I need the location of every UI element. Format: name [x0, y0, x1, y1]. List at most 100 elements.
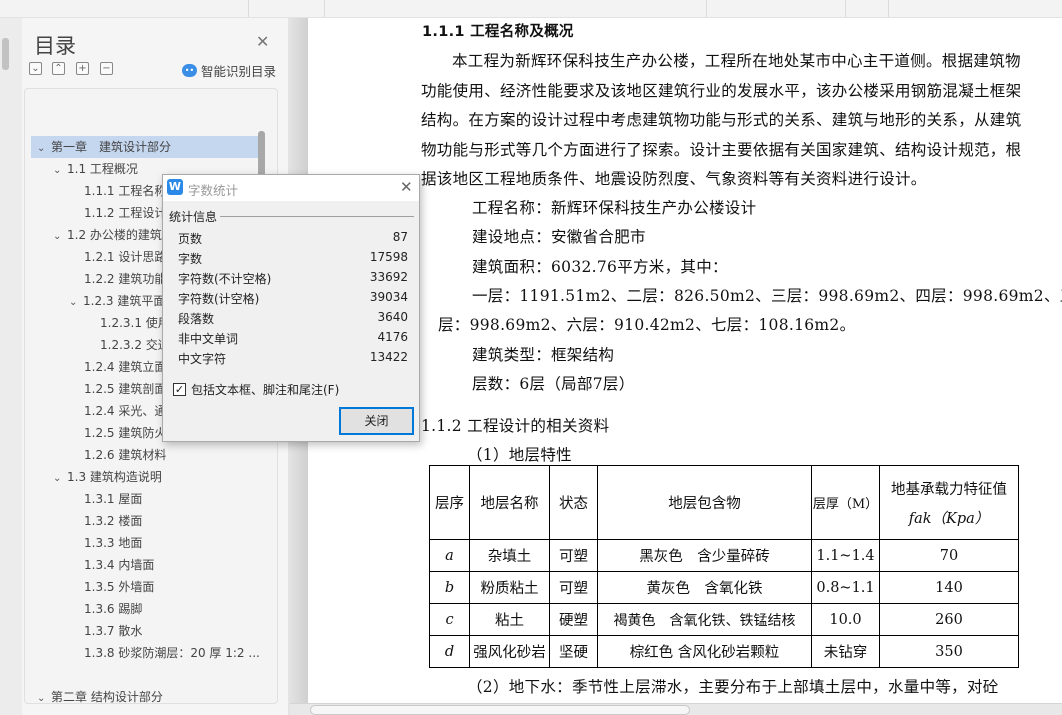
table-row: b 粉质粘土 可塑 黄灰色 含氧化铁 0.8~1.1 140: [429, 571, 1019, 604]
info-line: 层：998.69m2、六层：910.42m2、七层：108.16m2。: [438, 316, 856, 335]
robot-icon: ••: [182, 64, 197, 77]
paragraph-line: 结构。在方案的设计过程中考虑建筑物功能与形式的关系、建筑与地形的关系，从建筑: [421, 111, 1022, 129]
toc-item-label: 1.3.8 砂浆防潮层：20 厚 1:2 ...: [84, 646, 260, 660]
scrollbar-thumb[interactable]: [310, 705, 690, 715]
dialog-titlebar: W 字数统计 ✕: [163, 175, 419, 201]
stat-value: 4176: [377, 330, 408, 344]
horizontal-scrollbar[interactable]: [290, 703, 1062, 715]
toc-item[interactable]: 1.2.6 建筑材料: [84, 444, 166, 466]
group-divider: [220, 216, 414, 217]
close-icon[interactable]: ✕: [256, 32, 269, 51]
toc-item[interactable]: 1.3.6 踢脚: [84, 598, 142, 620]
table-cell: 黄灰色 含氧化铁: [597, 571, 812, 604]
table-cell: 坚硬: [549, 635, 598, 668]
chevron-down-icon[interactable]: ⌄: [53, 468, 67, 490]
table-cell: 杂填土: [469, 539, 550, 572]
toc-item-label: 1.2.4 建筑立面: [84, 360, 167, 374]
toc-item[interactable]: ⌄ 1.3 建筑构造说明: [53, 466, 162, 488]
close-button[interactable]: 关闭: [339, 407, 414, 435]
close-icon[interactable]: ✕: [400, 178, 413, 196]
table-cell: 70: [879, 539, 1019, 572]
toolbar-separator: [324, 0, 325, 17]
toc-item[interactable]: ⌄ 第二章 结构设计部分: [37, 686, 163, 708]
table-cell: 350: [879, 635, 1019, 668]
ribbon-toolbar: [0, 0, 1062, 18]
toc-item[interactable]: 1.2.4 采光、通: [84, 400, 166, 422]
toc-item[interactable]: 1.2.1 设计思路: [84, 246, 166, 268]
toc-item[interactable]: 1.2.5 建筑剖面: [84, 378, 166, 400]
stat-label: 中文字符: [178, 352, 227, 366]
toc-item[interactable]: 1.3.4 内墙面: [84, 554, 154, 576]
toc-item[interactable]: 1.3.8 砂浆防潮层：20 厚 1:2 ...: [84, 642, 260, 664]
toolbar-separator: [845, 0, 846, 17]
table-cell: 未钻穿: [811, 635, 880, 668]
table-row: c 粘土 硬塑 褐黄色 含氧化铁、铁锰结核 10.0 260: [429, 603, 1019, 636]
chevron-down-icon[interactable]: ⌄: [53, 160, 67, 182]
remove-level-icon[interactable]: −: [100, 62, 113, 75]
toc-item-label: 1.2.3 建筑平面: [83, 294, 166, 308]
toc-item[interactable]: 1.3.1 屋面: [84, 488, 142, 510]
toc-item[interactable]: ⌄ 1.1 工程概况: [53, 158, 138, 180]
collapse-all-icon[interactable]: ⌃: [52, 62, 65, 75]
toc-item[interactable]: 1.3.2 楼面: [84, 510, 142, 532]
paragraph-line: 物功能与形式等几个方面进行了探索。设计主要依据有关国家建筑、结构设计规范，根: [421, 140, 1022, 159]
chevron-down-icon[interactable]: ⌄: [69, 292, 83, 314]
table-cell: 黑灰色 含少量碎砖: [597, 539, 812, 572]
stat-row: 中文字符 13422: [178, 350, 408, 367]
stat-label: 页数: [178, 232, 203, 246]
toc-item[interactable]: 1.2.3.2 交通: [100, 334, 170, 356]
toc-item[interactable]: ⌄ 1.2.3 建筑平面: [69, 290, 165, 312]
toc-item[interactable]: ⌄ 第一章 建筑设计部分: [31, 136, 258, 158]
toc-item-label: 1.2.2 建筑功能: [84, 272, 167, 286]
stat-value: 33692: [369, 270, 408, 284]
toc-item-label: 1.2.1 设计思路: [84, 250, 167, 264]
table-cell: a: [429, 539, 470, 572]
checkbox-check-icon[interactable]: ✓: [173, 383, 186, 396]
stat-label: 字符数(不计空格): [178, 272, 272, 286]
stat-row: 字符数(计空格) 39034: [178, 290, 408, 307]
table-cell: 粉质粘土: [469, 571, 550, 604]
toc-item-label: 1.2.5 建筑防火: [84, 426, 167, 440]
toc-title: 目录: [34, 34, 76, 58]
chevron-down-icon[interactable]: ⌄: [37, 138, 51, 160]
toc-item-label: 1.3 建筑构造说明: [67, 470, 162, 484]
left-scrollbar[interactable]: [0, 18, 22, 715]
smart-toc-button[interactable]: •• 智能识别目录: [182, 61, 276, 80]
toc-item[interactable]: 1.3.3 地面: [84, 532, 142, 554]
toc-item[interactable]: 1.2.2 建筑功能: [84, 268, 166, 290]
toc-item-label: 1.2.3.1 使用: [100, 316, 170, 330]
table-row: d 强风化砂岩 坚硬 棕红色 含风化砂岩颗粒 未钻穿 350: [429, 635, 1019, 668]
toolbar-separator: [706, 0, 707, 17]
add-level-icon[interactable]: +: [76, 62, 89, 75]
table-cell: 0.8~1.1: [811, 571, 880, 604]
toc-item[interactable]: 1.3.5 外墙面: [84, 576, 154, 598]
stat-row: 页数 87: [178, 230, 408, 247]
stat-value: 39034: [369, 290, 408, 304]
stat-label: 字数: [178, 252, 203, 266]
paragraph-line: 本工程为新辉环保科技生产办公楼，工程所在地处某市中心主干道侧。根据建筑物: [452, 52, 1021, 70]
toc-item-label: 1.3.1 屋面: [84, 492, 143, 506]
strata-table: 层序 地层名称 状态 地层包含物 层厚（M） 地基承载力特征值 fak（Kpa） …: [429, 465, 1019, 668]
header-cell: 状态: [549, 465, 598, 540]
header-cell: 地基承载力特征值 fak（Kpa）: [879, 465, 1019, 540]
paragraph-line: 功能使用、经济性能要求及该地区建筑行业的发展水平，该办公楼采用钢筋混凝土框架: [421, 81, 1022, 100]
toc-item[interactable]: 1.2.5 建筑防火: [84, 422, 166, 444]
expand-all-icon[interactable]: ⌄: [29, 62, 42, 75]
toc-item-label: 1.3.6 踢脚: [84, 602, 143, 616]
stat-value: 13422: [369, 350, 408, 364]
stat-row: 段落数 3640: [178, 310, 408, 327]
toc-item[interactable]: 1.3.7 散水: [84, 620, 142, 642]
chevron-down-icon[interactable]: ⌄: [37, 688, 51, 710]
table-row: a 杂填土 可塑 黑灰色 含少量碎砖 1.1~1.4 70: [429, 539, 1019, 572]
scrollbar-thumb[interactable]: [2, 38, 9, 70]
header-cell: 地层包含物: [597, 465, 812, 540]
info-line: 建设地点：安徽省合肥市: [472, 228, 646, 247]
toc-item[interactable]: 1.2.4 建筑立面: [84, 356, 166, 378]
include-textbox-checkbox[interactable]: ✓ 包括文本框、脚注和尾注(F): [173, 381, 339, 398]
chevron-down-icon[interactable]: ⌄: [53, 226, 67, 248]
header-cell: 地层名称: [469, 465, 550, 540]
header-text: 地基承载力特征值: [891, 481, 1007, 498]
toc-item[interactable]: 1.2.3.1 使用: [100, 312, 170, 334]
wps-logo-icon: W: [167, 179, 183, 195]
stat-label: 字符数(计空格): [178, 292, 260, 306]
